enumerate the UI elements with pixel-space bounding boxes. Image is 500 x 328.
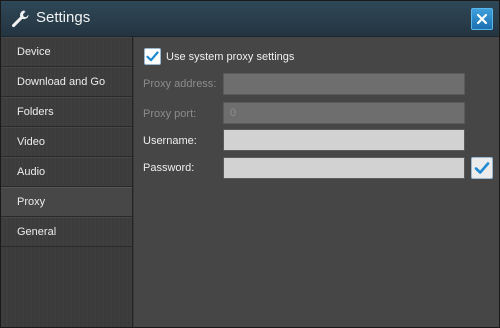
sidebar-item-folders[interactable]: Folders (1, 97, 132, 127)
settings-window: Settings Device Download and Go Folders … (0, 0, 500, 328)
checkmark-icon (146, 51, 159, 62)
username-field[interactable] (223, 129, 465, 151)
sidebar-item-label: Video (17, 136, 45, 148)
sidebar-item-label: Download and Go (17, 76, 106, 88)
proxy-address-label: Proxy address: (143, 78, 217, 90)
sidebar-item-label: Proxy (17, 196, 46, 208)
sidebar-item-device[interactable]: Device (1, 37, 132, 67)
sidebar-item-download-and-go[interactable]: Download and Go (1, 67, 132, 97)
proxy-settings-panel: Use system proxy settings Proxy address:… (134, 37, 499, 327)
password-field[interactable] (223, 157, 465, 179)
proxy-address-field[interactable] (223, 73, 465, 95)
sidebar-item-label: General (17, 226, 57, 238)
wrench-icon (10, 9, 30, 29)
proxy-port-field[interactable]: 0 (223, 102, 465, 124)
title-bar[interactable]: Settings (1, 1, 499, 37)
settings-sidebar: Device Download and Go Folders Video Aud… (1, 37, 133, 327)
password-label: Password: (143, 162, 195, 174)
use-system-proxy-label: Use system proxy settings (166, 50, 295, 63)
close-icon (476, 13, 488, 25)
sidebar-item-label: Device (17, 46, 51, 58)
proxy-port-label: Proxy port: (143, 108, 197, 120)
sidebar-item-video[interactable]: Video (1, 127, 132, 157)
sidebar-item-label: Audio (17, 166, 46, 178)
sidebar-item-audio[interactable]: Audio (1, 157, 132, 187)
sidebar-item-proxy[interactable]: Proxy (1, 187, 132, 217)
window-title: Settings (36, 9, 91, 26)
use-system-proxy-checkbox[interactable] (144, 48, 161, 65)
sidebar-item-label: Folders (17, 106, 54, 118)
close-button[interactable] (471, 8, 493, 30)
use-system-proxy-row[interactable]: Use system proxy settings (144, 48, 294, 65)
password-confirm-button[interactable] (471, 157, 493, 179)
checkmark-icon (474, 162, 490, 174)
username-label: Username: (143, 135, 197, 147)
sidebar-item-general[interactable]: General (1, 217, 132, 247)
